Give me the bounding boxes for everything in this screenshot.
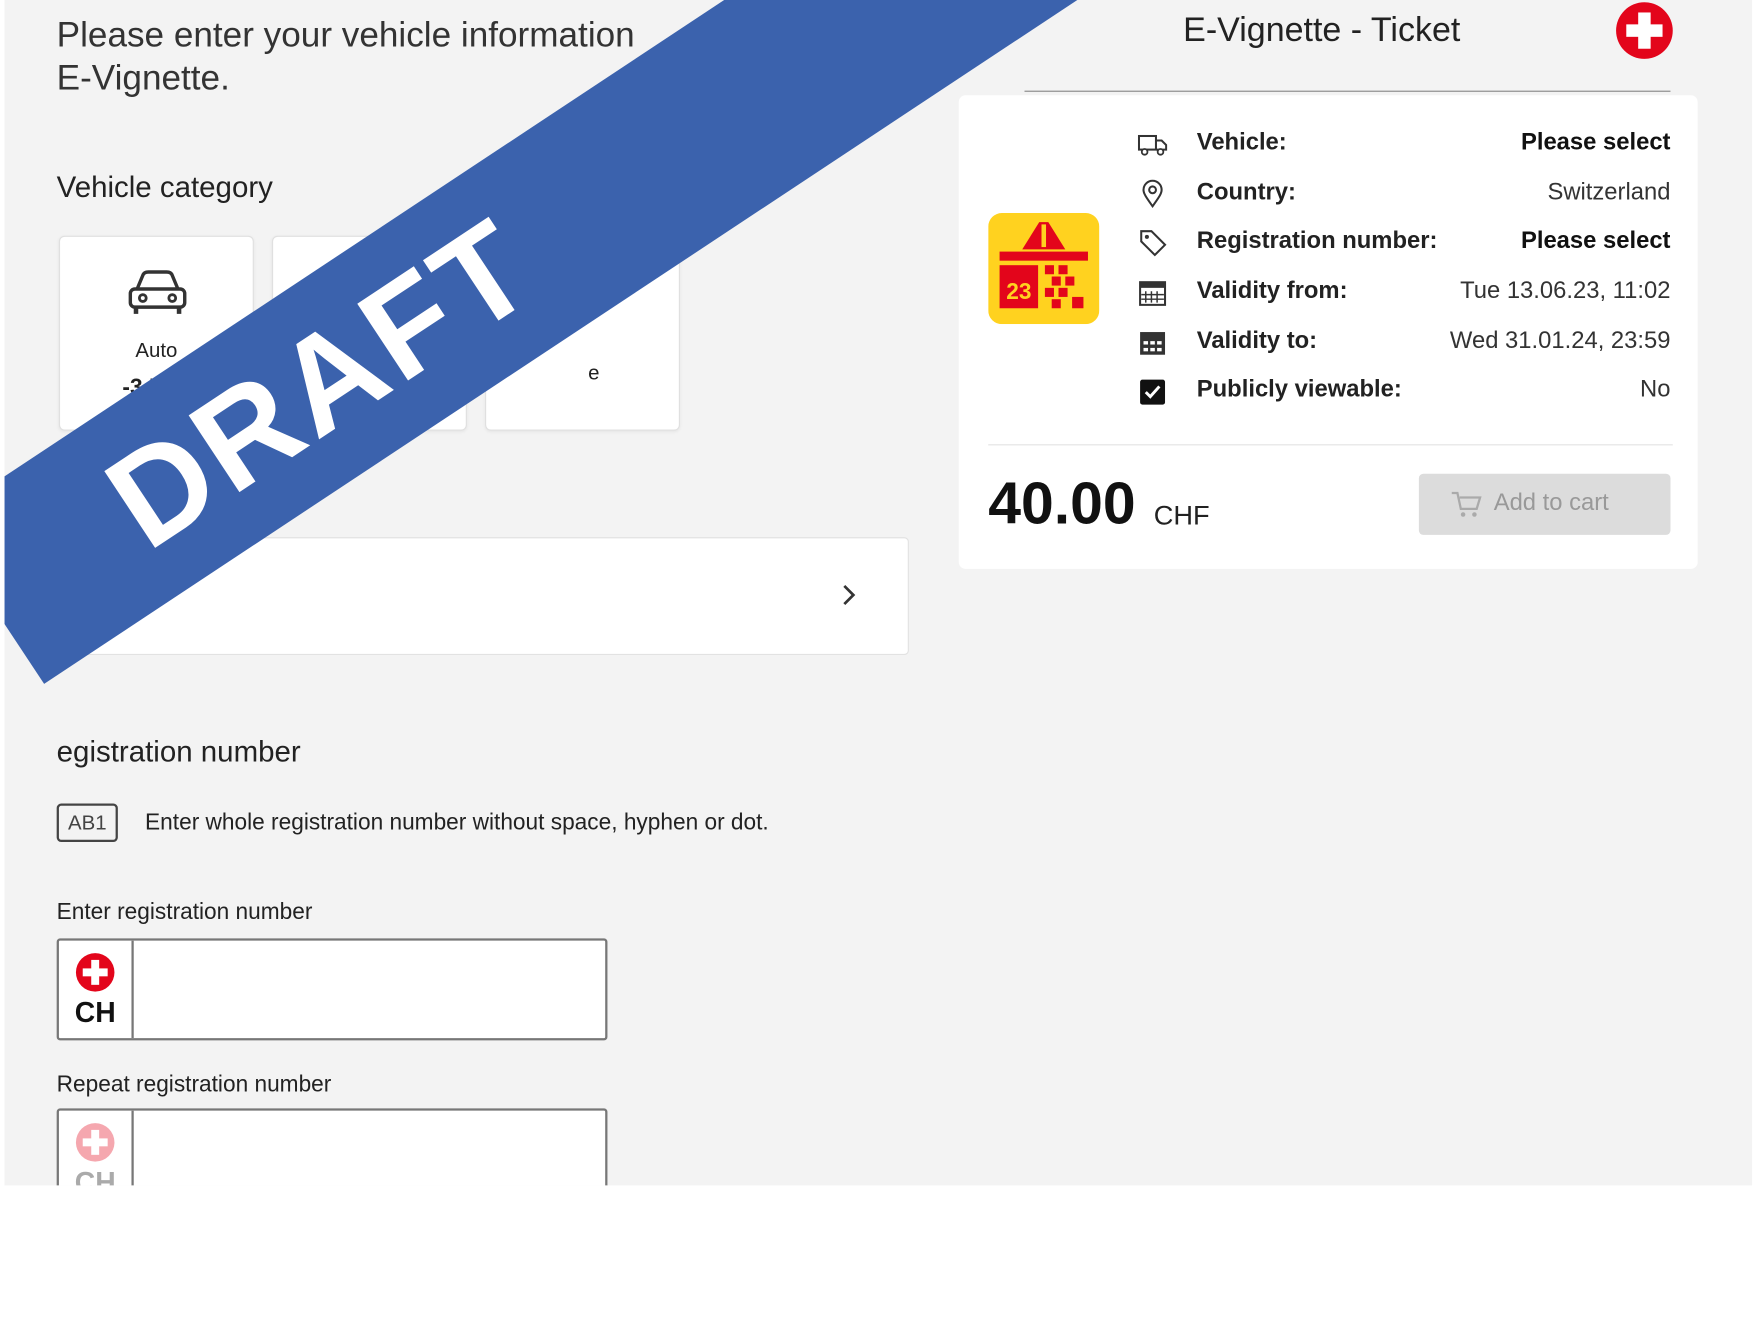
detail-value: No [1640,376,1671,403]
price-amount: 40.00 [988,471,1136,538]
ticket-divider [1024,90,1671,92]
vignette-year: 23 [1006,278,1031,304]
repeat-registration-input[interactable] [133,1110,606,1186]
ticket-title: E-Vignette - Ticket [1183,11,1461,49]
detail-label: Country: [1196,179,1296,206]
detail-row-country: Country: Switzerland [1138,177,1671,211]
add-to-cart-button[interactable]: Add to cart [1418,473,1671,535]
category-label-3: e [588,361,600,385]
swiss-flag-icon [1616,2,1673,59]
enter-registration-field: CH [56,938,608,1041]
cart-icon [1451,491,1482,517]
swiss-cross-icon [75,1123,115,1162]
plate-icon: AB1 [56,803,118,843]
tag-icon [1140,230,1167,257]
add-to-cart-label: Add to cart [1493,489,1609,516]
enter-registration-label: Enter registration number [56,899,313,925]
detail-value: Please select [1520,129,1671,156]
detail-label: Validity from: [1196,277,1348,304]
registration-input[interactable] [133,940,606,1039]
registration-heading: egistration number [56,734,301,769]
registration-hint: AB1 Enter whole registration number with… [56,802,769,843]
detail-value: Switzerland [1547,179,1671,206]
vehicle-category-heading: Vehicle category [56,169,273,204]
ticket-separator [988,444,1673,446]
page: Please enter your vehicle information E-… [0,0,1754,1325]
detail-label: Vehicle: [1196,129,1287,156]
country-code: CH [74,997,116,1030]
price-currency: CHF [1153,500,1210,532]
calendar-filled-icon [1140,332,1166,355]
detail-row-publicly-viewable: Publicly viewable: No [1138,374,1671,408]
calendar-icon [1139,281,1167,306]
country-prefix-repeat: CH [59,1110,134,1186]
car-icon [128,270,187,314]
e-vignette-icon: 23 [988,213,1100,325]
detail-row-vehicle: Vehicle: Please select [1137,127,1671,161]
detail-value: Wed 31.01.24, 23:59 [1449,327,1671,354]
swiss-cross-icon [75,953,115,992]
location-pin-icon [1142,179,1163,209]
detail-row-validity-from: Validity from: Tue 13.06.23, 11:02 [1138,275,1671,309]
detail-label: Publicly viewable: [1196,376,1402,403]
detail-label: Registration number: [1196,227,1438,254]
repeat-registration-field: CH [56,1108,608,1186]
country-prefix: CH [59,940,134,1039]
vehicle-icon [1137,134,1168,156]
main-canvas: Please enter your vehicle information E-… [4,0,1753,1186]
repeat-registration-label: Repeat registration number [56,1072,332,1098]
detail-label: Validity to: [1196,327,1318,354]
country-code-repeat: CH [74,1167,116,1186]
detail-row-validity-to: Validity to: Wed 31.01.24, 23:59 [1138,325,1671,359]
detail-row-registration: Registration number: Please select [1138,226,1671,260]
registration-hint-text: Enter whole registration number without … [145,809,769,835]
checkbox-checked-icon [1140,379,1166,405]
detail-value: Please select [1520,227,1671,254]
detail-value: Tue 13.06.23, 11:02 [1460,277,1671,304]
chevron-right-icon [843,584,856,606]
